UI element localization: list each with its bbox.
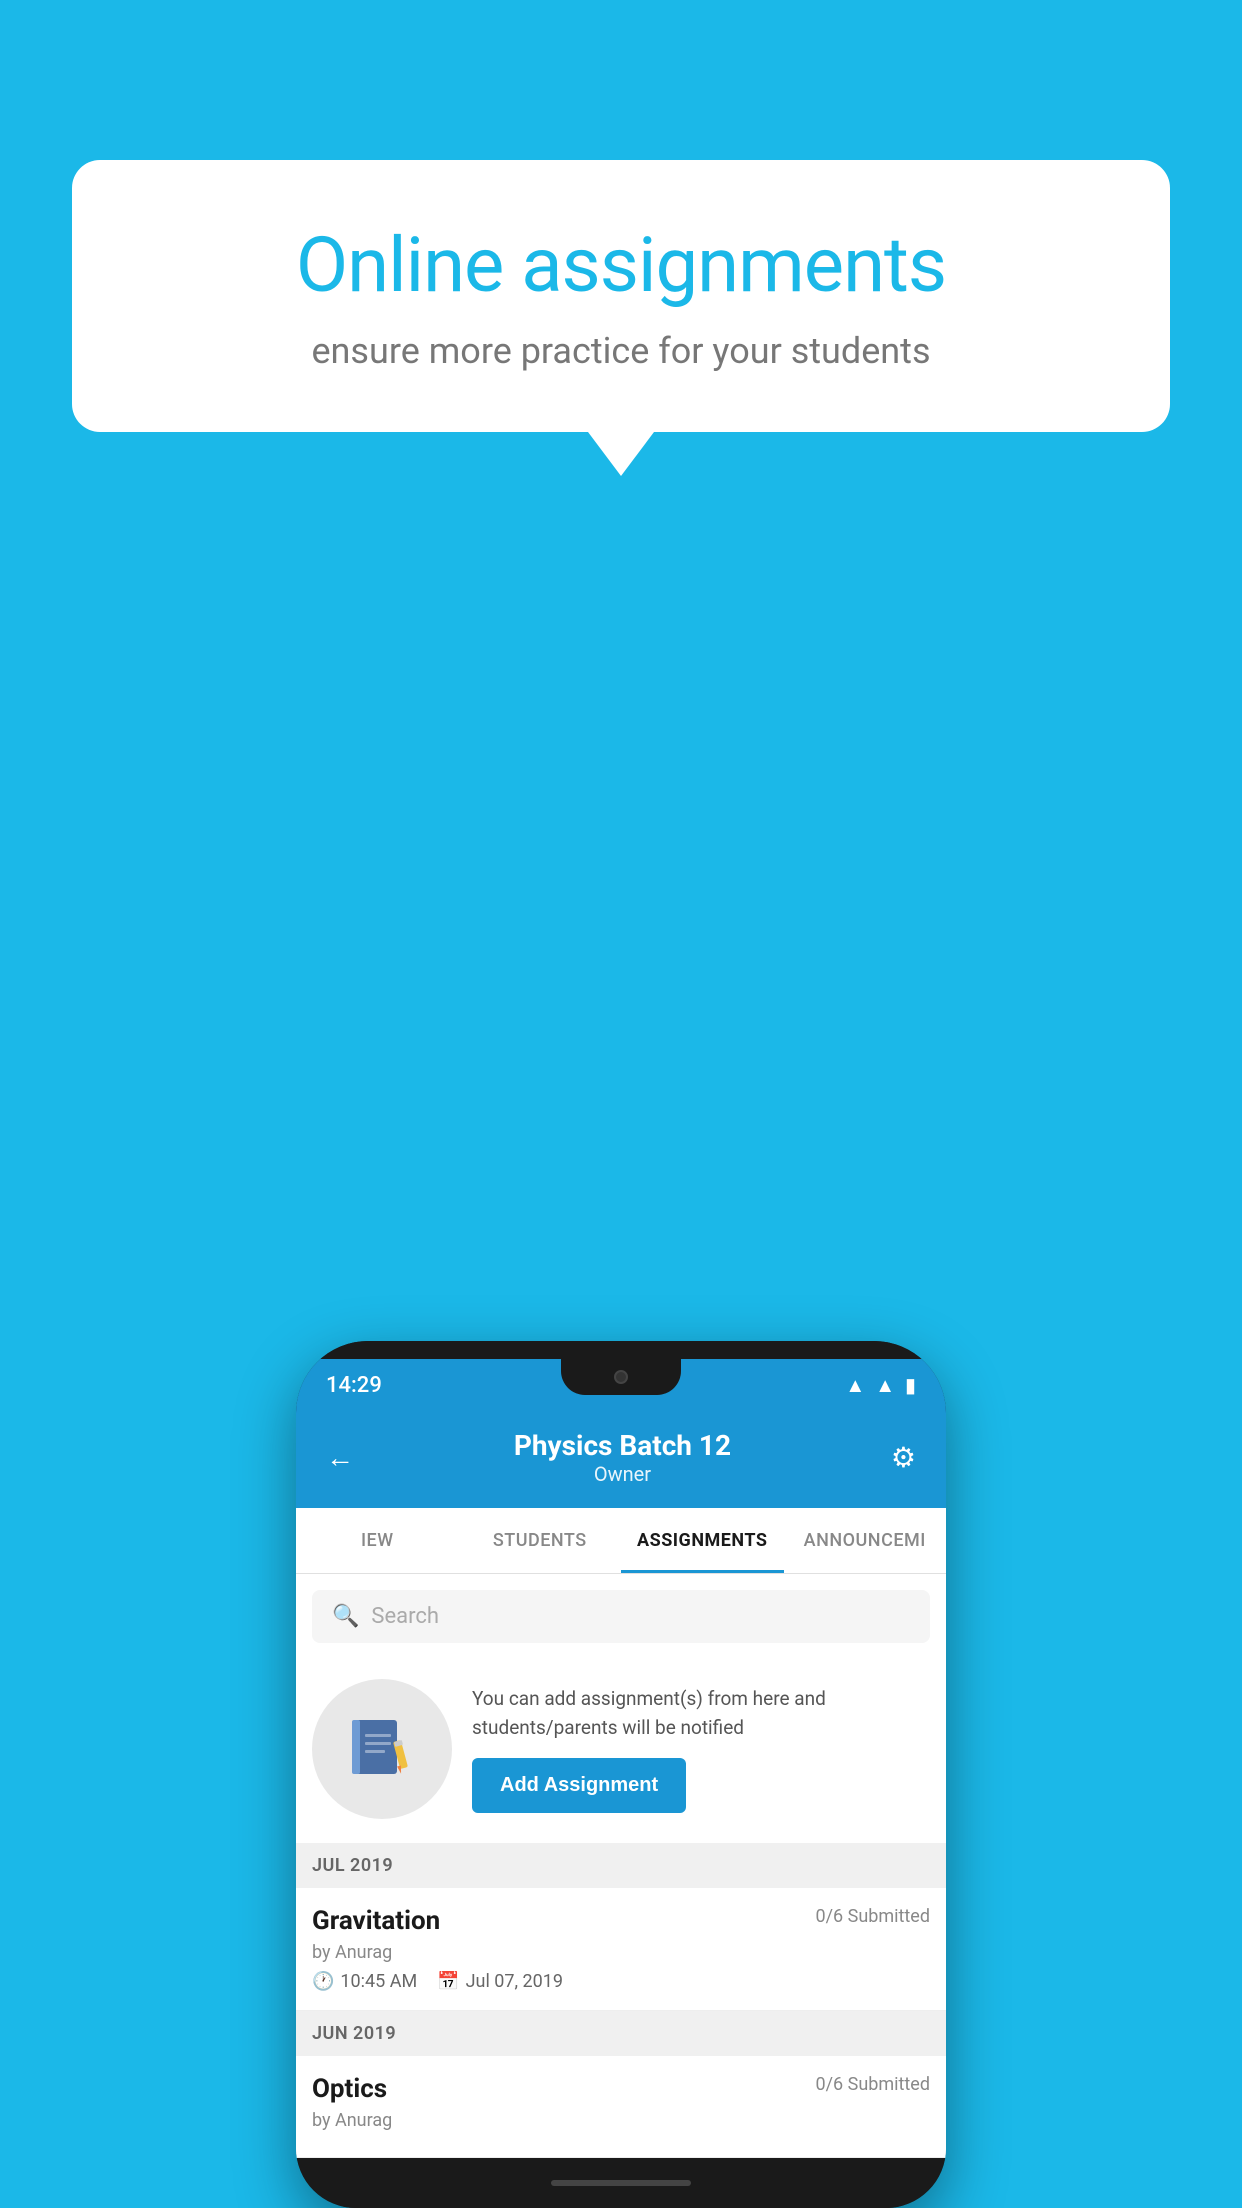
- clock-icon: 🕐: [312, 1971, 334, 1992]
- assignment-by-optics: by Anurag: [312, 2110, 930, 2131]
- notebook-icon-wrap: [312, 1679, 452, 1819]
- speech-bubble: Online assignments ensure more practice …: [72, 160, 1170, 432]
- phone-outer: 14:29 ▲ ▲ ▮ ← Physics Batch 12 Owner ⚙ I…: [296, 1341, 946, 2208]
- search-icon: 🔍: [332, 1604, 359, 1629]
- meta-time-gravitation: 🕐 10:45 AM: [312, 1971, 417, 1992]
- section-jun-2019: JUN 2019: [296, 2011, 946, 2056]
- header-title: Physics Batch 12: [514, 1429, 731, 1462]
- speech-bubble-subtitle: ensure more practice for your students: [142, 330, 1100, 372]
- battery-icon: ▮: [905, 1373, 916, 1397]
- tab-students[interactable]: STUDENTS: [459, 1508, 622, 1573]
- meta-time-text-gravitation: 10:45 AM: [340, 1971, 417, 1992]
- assignment-row1: Gravitation 0/6 Submitted: [312, 1906, 930, 1936]
- add-assignment-right: You can add assignment(s) from here and …: [472, 1685, 930, 1813]
- status-icons: ▲ ▲ ▮: [845, 1373, 916, 1398]
- wifi-icon: ▲: [845, 1373, 865, 1398]
- meta-date-text-gravitation: Jul 07, 2019: [466, 1971, 563, 1992]
- status-time: 14:29: [326, 1373, 382, 1398]
- assignment-by-gravitation: by Anurag: [312, 1942, 930, 1963]
- header-subtitle: Owner: [514, 1462, 731, 1486]
- assignment-meta-gravitation: 🕐 10:45 AM 📅 Jul 07, 2019: [312, 1971, 930, 1992]
- calendar-icon: 📅: [437, 1971, 459, 1992]
- notch: [561, 1359, 681, 1395]
- search-bar[interactable]: 🔍 Search: [312, 1590, 930, 1643]
- assignment-name-optics: Optics: [312, 2074, 387, 2104]
- search-placeholder: Search: [371, 1604, 439, 1629]
- header-center: Physics Batch 12 Owner: [514, 1429, 731, 1486]
- tab-assignments[interactable]: ASSIGNMENTS: [621, 1508, 784, 1573]
- tab-iew[interactable]: IEW: [296, 1508, 459, 1573]
- assignment-row1-optics: Optics 0/6 Submitted: [312, 2074, 930, 2104]
- front-camera: [614, 1370, 628, 1384]
- tabs: IEW STUDENTS ASSIGNMENTS ANNOUNCEMI: [296, 1508, 946, 1574]
- add-assignment-section: You can add assignment(s) from here and …: [296, 1659, 946, 1843]
- app-header: ← Physics Batch 12 Owner ⚙: [296, 1411, 946, 1508]
- back-button[interactable]: ←: [326, 1441, 354, 1474]
- notebook-icon: [347, 1714, 417, 1784]
- phone-mockup: 14:29 ▲ ▲ ▮ ← Physics Batch 12 Owner ⚙ I…: [296, 1341, 946, 2208]
- tab-announcements[interactable]: ANNOUNCEMI: [784, 1508, 947, 1573]
- settings-button[interactable]: ⚙: [891, 1441, 916, 1474]
- speech-bubble-container: Online assignments ensure more practice …: [72, 160, 1170, 432]
- assignment-submitted-optics: 0/6 Submitted: [816, 2074, 930, 2095]
- add-assignment-desc: You can add assignment(s) from here and …: [472, 1685, 930, 1742]
- assignment-submitted-gravitation: 0/6 Submitted: [816, 1906, 930, 1927]
- assignment-optics[interactable]: Optics 0/6 Submitted by Anurag: [296, 2056, 946, 2158]
- phone-frame-top: [296, 1341, 946, 1359]
- speech-bubble-title: Online assignments: [142, 220, 1100, 310]
- signal-icon: ▲: [875, 1373, 895, 1398]
- assignment-name-gravitation: Gravitation: [312, 1906, 440, 1936]
- home-indicator: [551, 2180, 691, 2186]
- status-bar: 14:29 ▲ ▲ ▮: [296, 1359, 946, 1411]
- section-jul-2019: JUL 2019: [296, 1843, 946, 1888]
- meta-date-gravitation: 📅 Jul 07, 2019: [437, 1971, 563, 1992]
- assignment-gravitation[interactable]: Gravitation 0/6 Submitted by Anurag 🕐 10…: [296, 1888, 946, 2011]
- add-assignment-button[interactable]: Add Assignment: [472, 1758, 686, 1813]
- phone-frame-bottom: [296, 2158, 946, 2208]
- content-area: 🔍 Search: [296, 1574, 946, 2158]
